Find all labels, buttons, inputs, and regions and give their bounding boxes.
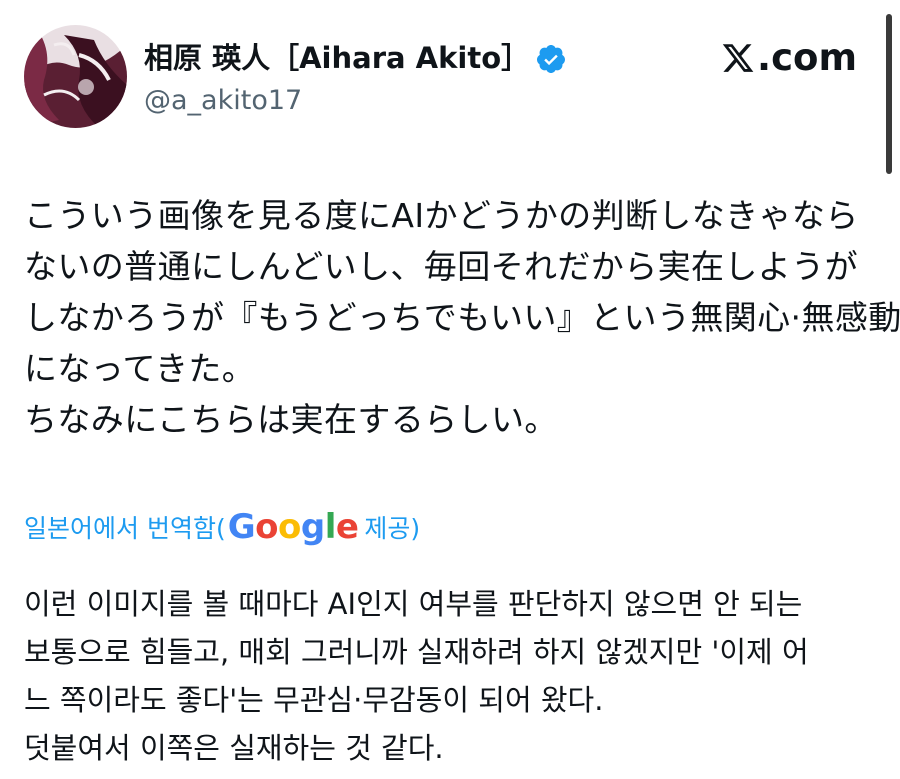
translation-line: 덧붙여서 이쪽은 실재하는 것 같다. xyxy=(24,731,444,765)
tweet-line: ちなみにこちらは実在するらしい。 xyxy=(24,400,558,439)
google-letter: g xyxy=(300,507,325,547)
tweet-line: こういう画像を見る度にAIかどうかの判断しなきゃなら xyxy=(24,196,859,235)
avatar-image xyxy=(24,25,127,128)
tweet-line: ないの普通にしんどいし、毎回それだから実在しようが xyxy=(24,247,859,286)
display-name[interactable]: 相原 瑛人［Aihara Akito］ xyxy=(144,38,530,78)
google-letter: e xyxy=(335,507,359,547)
translation-line: 느 쪽이라도 좋다'는 무관심·무감동이 되어 왔다. xyxy=(24,683,604,717)
google-letter: o xyxy=(277,507,301,547)
tweet-text: こういう画像を見る度にAIかどうかの判断しなきゃなら ないの普通にしんどいし、毎… xyxy=(24,190,900,445)
translate-link[interactable]: 일본어에서 번역함( Google 제공) xyxy=(24,507,420,547)
avatar[interactable] xyxy=(24,25,127,128)
user-handle[interactable]: @a_akito17 xyxy=(144,83,302,119)
google-letter: o xyxy=(255,507,278,547)
verified-badge-icon xyxy=(536,45,565,73)
google-logo: Google xyxy=(228,507,359,547)
google-letter: G xyxy=(227,507,256,547)
x-com-logo[interactable]: .com xyxy=(721,36,857,79)
translation-line: 이런 이미지를 볼 때마다 AI인지 여부를 판단하지 않으면 안 되는 xyxy=(24,587,803,621)
translation-line: 보통으로 힘들고, 매회 그러니까 실재하려 하지 않겠지만 '이제 어 xyxy=(24,635,809,669)
scrollbar[interactable] xyxy=(886,14,892,174)
tweet-line: しなかろうが『もうどっちでもいい』という無関心·無感動 xyxy=(24,298,900,337)
google-letter: l xyxy=(324,507,337,547)
x-logo-text: .com xyxy=(757,36,857,79)
tweet-line: になってきた。 xyxy=(24,349,256,388)
translate-prefix: 일본어에서 번역함( xyxy=(24,514,226,543)
translated-text: 이런 이미지를 볼 때마다 AI인지 여부를 판단하지 않으면 안 되는 보통으… xyxy=(24,580,884,772)
translate-suffix: 제공) xyxy=(364,514,421,543)
x-logo-icon xyxy=(722,43,754,72)
